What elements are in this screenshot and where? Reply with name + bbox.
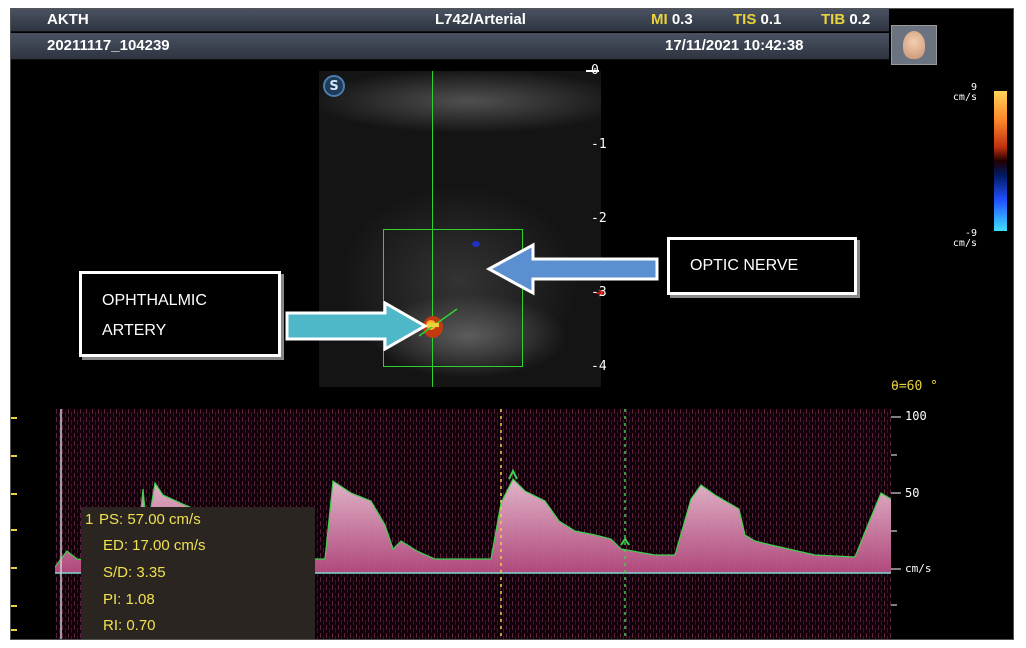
ultrasound-display: AKTH L742/Arterial MI 0.3 TIS 0.1 TIB 0.… (10, 8, 1014, 640)
sd-value: S/D: 3.35 (103, 564, 166, 581)
spectral-scale-100: 100 (905, 409, 927, 423)
ps-value: PS: 57.00 cm/s (99, 511, 201, 528)
measurement-panel: 1 PS: 57.00 cm/s ED: 17.00 cm/s S/D: 3.3… (81, 507, 315, 639)
optic-nerve-label: OPTIC NERVE (667, 237, 857, 295)
spectral-scale-50: 50 (905, 486, 920, 500)
color-scale-top: 9 cm/s (952, 82, 977, 103)
ri-value: RI: 0.70 (103, 617, 156, 634)
ed-value: ED: 17.00 cm/s (103, 537, 206, 554)
venous-flow-spot (472, 241, 480, 247)
arrow-left-icon (485, 242, 659, 296)
measurement-index: 1 (85, 511, 94, 528)
color-scale-bottom: -9 cm/s (952, 228, 977, 249)
depth-label-2: -2 (591, 211, 607, 226)
depth-label-4: -4 (591, 359, 607, 374)
ophthalmic-artery-label: OPHTHALMIC ARTERY (79, 271, 281, 357)
arrow-right-icon (285, 301, 429, 351)
spectral-scale-unit: cm/s (905, 562, 932, 575)
angle-readout: θ=60 ° (891, 379, 938, 394)
spectral-scale-ticks (891, 416, 901, 606)
pi-value: PI: 1.08 (103, 591, 155, 608)
depth-label-1: -1 (591, 137, 607, 152)
color-velocity-bar (994, 91, 1007, 231)
depth-label-0: 0 (591, 63, 599, 78)
